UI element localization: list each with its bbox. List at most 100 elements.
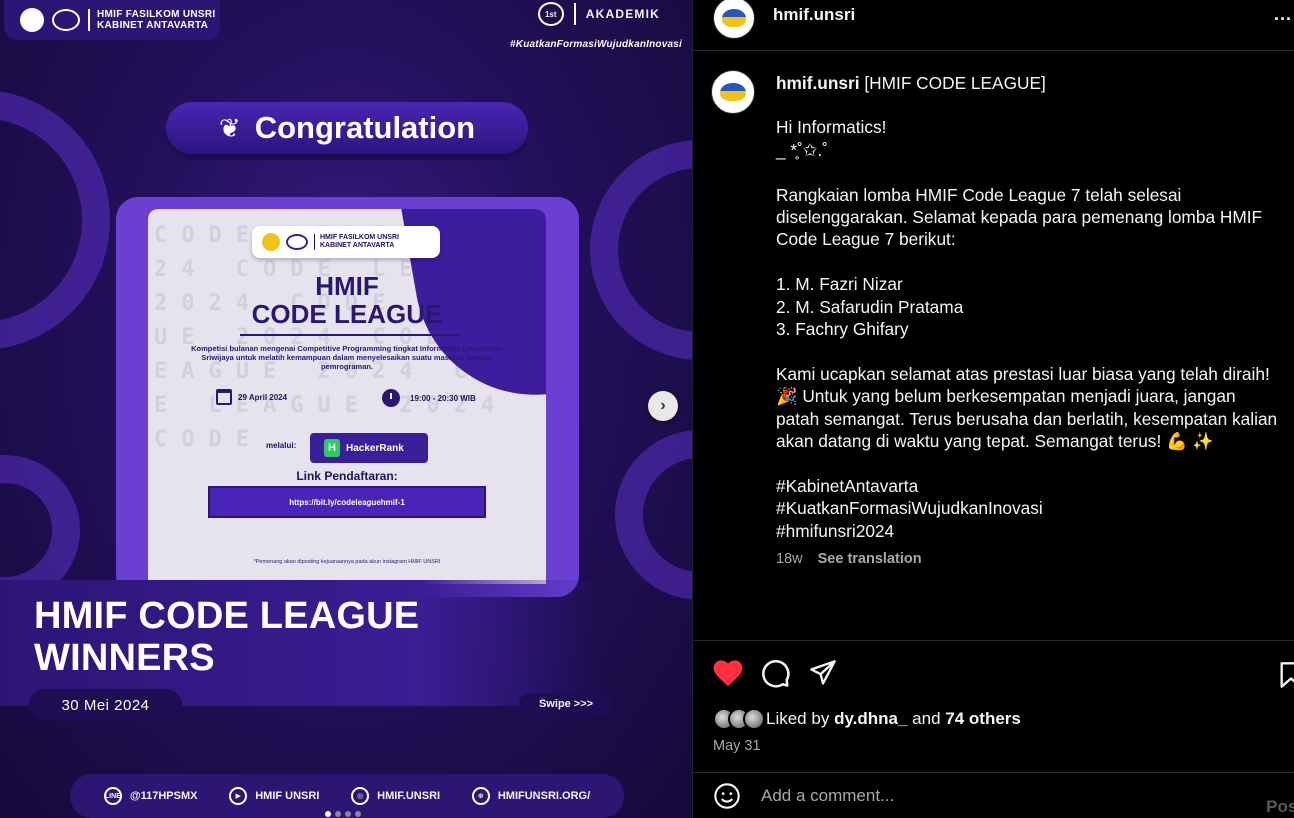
tablet-frame: CODE LEAGUE 2024 CODE LEAGUE 2024 CODE L… [116,197,579,597]
comment-icon[interactable] [761,658,791,688]
caption-text: Hi Informatics! _ *̥˚✩.˚ Rangkaian lomba H… [776,116,1281,542]
swipe-hint: Swipe >>> [519,693,613,715]
caption-line [776,161,1281,183]
comment-bar: Add a comment... Post [693,772,1294,818]
hashtag-banner: #KuatkanFormasiWujudkanInovasi [510,39,682,50]
poster-title-line2: CODE LEAGUE [251,299,443,329]
emoji-icon[interactable] [713,782,741,810]
caption-line [776,340,1281,362]
bookmark-icon[interactable] [1279,661,1294,694]
likes-others-link[interactable]: 74 others [945,709,1021,729]
caption-line: 1. M. Fazri Nizar [776,274,903,295]
author-avatar[interactable] [713,0,755,39]
social-website: ⊕ HMIFUNSRI.ORG/ [471,787,590,805]
share-icon[interactable] [809,659,837,687]
poster-cabinet-name: KABINET ANTAVARTA [320,242,395,249]
action-bar [693,640,1294,704]
comment-input[interactable]: Add a comment... [761,786,894,806]
hmif-logo [722,9,746,27]
post-comment-button[interactable]: Post [1266,797,1294,817]
post-age[interactable]: 18w [776,548,803,570]
hmif-logo [262,233,280,251]
caption-line: #hmifunsri2024 [776,520,895,541]
social-youtube: ▶ HMIF UNSRI [229,787,319,805]
caption-avatar[interactable] [711,70,755,114]
caption-line [776,251,1281,273]
registration-link-label: Link Pendaftaran: [296,469,398,483]
clock-icon [382,389,400,407]
event-poster: CODE LEAGUE 2024 CODE LEAGUE 2024 CODE L… [148,209,546,584]
antavarta-logo [286,234,308,250]
likes-and: and [912,709,941,728]
caption-line: Hi Informatics! [776,117,887,138]
social-instagram: ◎ HMIF.UNSRI [351,787,440,805]
org-badge-text: HMIF FASILKOM UNSRI KABINET ANTAVARTA [88,9,215,31]
carousel-dots [325,811,361,817]
award-ribbon-icon: ❦ [218,112,241,143]
org-name: HMIF FASILKOM UNSRI [97,9,216,20]
carousel-dot[interactable] [355,811,361,817]
poster-description: Kompetisi bulanan mengenai Competitive P… [191,344,503,371]
liker-username[interactable]: dy.dhna_ [834,709,907,729]
post-details-panel: hmif.unsri ... hmif.unsri [HMIF CODE LEA… [692,0,1294,818]
liker-avatar[interactable] [743,708,765,730]
instagram-icon: ◎ [351,787,370,805]
social-label: @117HPSMX [129,790,198,802]
globe-icon: ⊕ [471,787,490,805]
poster-org-badge: HMIF FASILKOM UNSRI KABINET ANTAVARTA [252,226,440,258]
carousel-dot[interactable] [335,811,341,817]
carousel-dot[interactable] [345,811,351,817]
caption-line [776,452,1281,474]
post-date[interactable]: May 31 [713,738,761,754]
hackerrank-badge: H HackerRank [310,433,428,463]
calendar-icon [216,389,232,405]
cabinet-name: KABINET ANTAVARTA [97,20,209,31]
post-header: hmif.unsri ... [693,0,1294,51]
see-translation-link[interactable]: See translation [818,548,922,570]
hackerrank-label: HackerRank [346,442,404,454]
like-heart-icon[interactable] [713,659,743,687]
social-label: HMIF.UNSRI [377,790,441,802]
social-label: HMIF UNSRI [255,790,320,802]
caption-line: #KuatkanFormasiWujudkanInovasi [776,498,1043,519]
poster-date: 29 April 2024 [216,389,287,405]
likes-summary: Liked by dy.dhna_ and 74 others [713,708,1021,730]
via-label: melalui: [266,441,297,450]
caption-meta: 18w See translation [776,548,1281,570]
org-badge: HMIF FASILKOM UNSRI KABINET ANTAVARTA [4,0,220,40]
author-username[interactable]: hmif.unsri [773,5,855,25]
antavarta-logo [52,9,80,31]
caption-username[interactable]: hmif.unsri [776,73,860,93]
post-media-carousel[interactable]: HMIF FASILKOM UNSRI KABINET ANTAVARTA 1s… [0,0,692,818]
social-line: LINE @117HPSMX [103,787,198,805]
hmif-logo [20,8,44,32]
caption-body: hmif.unsri [HMIF CODE LEAGUE] Hi Informa… [776,72,1281,570]
winners-title: HMIF CODE LEAGUE WINNERS [34,595,419,679]
caption-line: 2. M. Safarudin Pratama [776,296,964,317]
caption-line: Rangkaian lomba HMIF Code League 7 telah… [776,184,1263,250]
poster-time-text: 19:00 - 20:30 WIB [410,393,476,403]
hmif-logo [720,82,746,102]
carousel-dot-active[interactable] [325,811,331,817]
poster-footnote: *Pemenang akan diposting kejuaraannya pa… [253,559,441,565]
caption-line: Kami ucapkan selamat atas prestasi luar … [776,363,1278,452]
poster-org-name: HMIF FASILKOM UNSRI [320,234,399,241]
decor-ring [590,140,692,360]
hackerrank-icon: H [324,439,340,457]
poster-badge-text: HMIF FASILKOM UNSRI KABINET ANTAVARTA [314,234,399,250]
caption-title: [HMIF CODE LEAGUE] [864,73,1046,93]
carousel-next-button[interactable]: › [648,391,678,421]
caption-line: 3. Fachry Ghifary [776,319,909,340]
decor-ring [615,430,692,600]
event-date-pill: 30 Mei 2024 [29,689,182,721]
akademik-label: AKADEMIK [585,7,660,21]
caption-line: #KabinetAntavarta [776,475,919,496]
winners-title-line1: HMIF CODE LEAGUE [34,595,420,637]
congratulation-text: Congratulation [254,110,476,145]
poster-time: 19:00 - 20:30 WIB [382,389,476,407]
more-options-icon[interactable]: ... [1274,4,1292,25]
decor-ring [0,90,110,350]
registration-link: https://bit.ly/codeleaguehmif-1 [208,486,486,518]
winners-title-line2: WINNERS [34,637,215,679]
divider [573,3,576,25]
